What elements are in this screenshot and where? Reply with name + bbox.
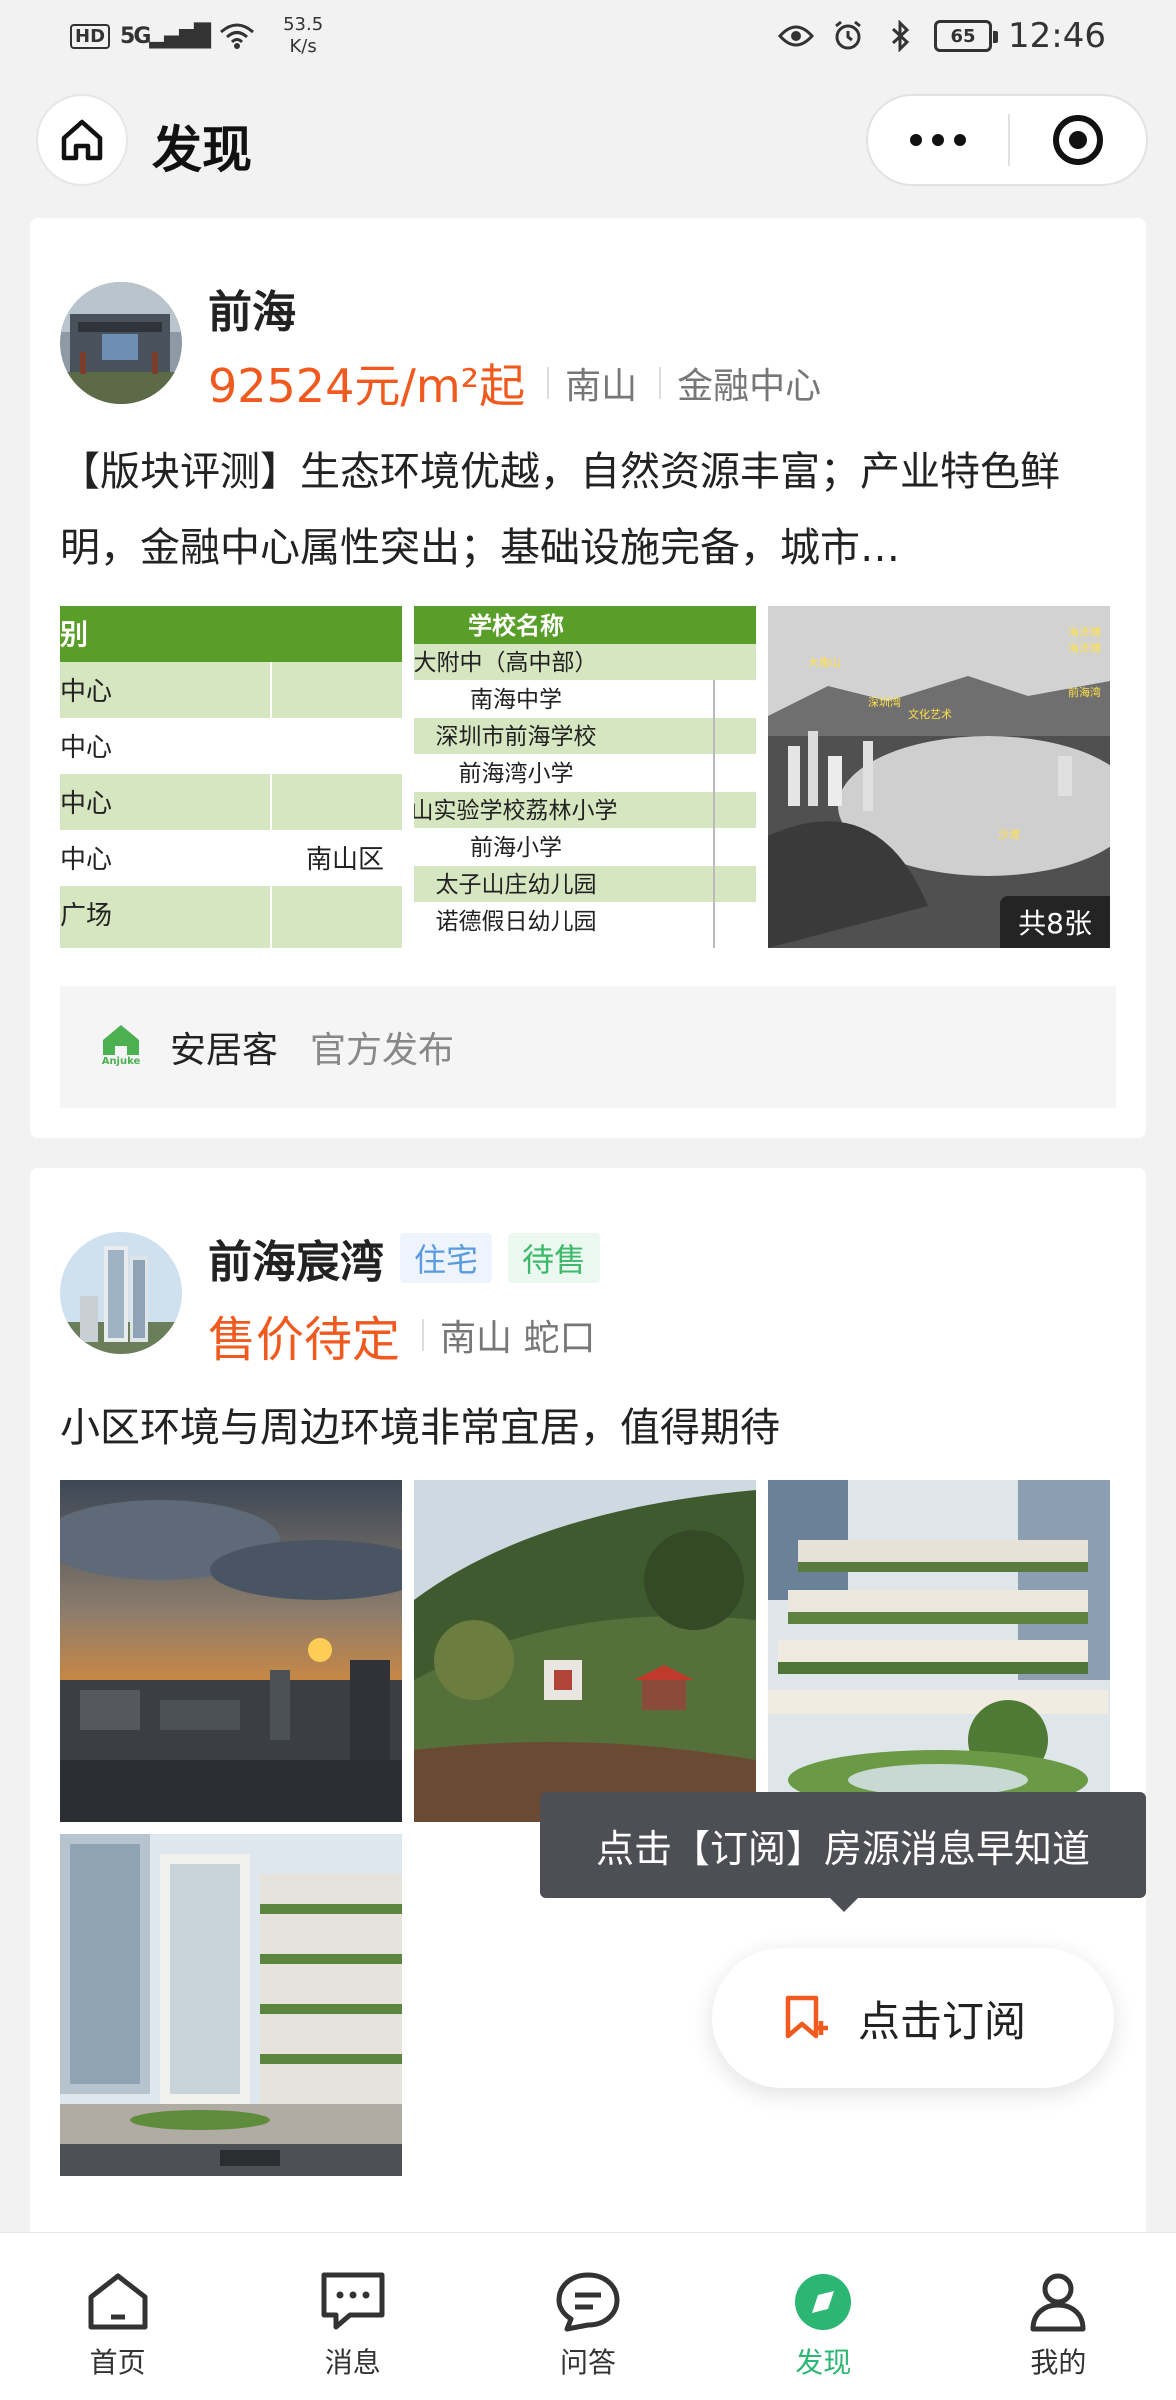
- nav-header: 发现: [0, 86, 1176, 198]
- meta-divider: [659, 367, 662, 399]
- map-label: 海洋博: [1068, 641, 1101, 655]
- subscribe-label: 点击订阅: [858, 1996, 1027, 2046]
- table-crop-row: 中心: [60, 788, 112, 818]
- table-crop-row: 中心: [60, 844, 112, 874]
- map-label: 沙滩: [998, 827, 1020, 841]
- tab-profile[interactable]: 我的: [941, 2233, 1176, 2400]
- home-icon: [61, 119, 103, 161]
- avatar: [60, 1232, 182, 1354]
- meta-divider: [422, 1319, 425, 1351]
- anjuke-logo-icon: Anjuke: [96, 1022, 146, 1072]
- map-label: 海洋博: [1068, 625, 1101, 639]
- listing-price: 售价待定: [208, 1312, 401, 1368]
- hd-indicator: HD: [70, 23, 111, 49]
- avatar: [60, 282, 182, 404]
- table-crop-row: 中心: [60, 676, 112, 706]
- school-row: 前海小学: [470, 834, 562, 860]
- bookmark-add-icon: [785, 1995, 828, 2039]
- network-speed: 53.5 K/s: [283, 14, 324, 57]
- more-dots-icon: [910, 134, 922, 146]
- listing-description: 小区环境与周边环境非常宜居，值得期待: [60, 1405, 780, 1451]
- listing-price: 92524元/m²起: [208, 359, 526, 413]
- more-button[interactable]: [868, 96, 1008, 184]
- target-icon: [1053, 115, 1103, 165]
- map-label: 大南山: [808, 655, 841, 669]
- listing-image[interactable]: [768, 1480, 1110, 1822]
- school-row: 山实验学校荔林小学: [414, 797, 618, 823]
- table-crop-side: 南山区: [306, 844, 384, 874]
- listing-image[interactable]: [414, 1480, 756, 1822]
- tab-home[interactable]: 首页: [0, 2233, 235, 2400]
- property-type-tag: 住宅: [400, 1233, 493, 1283]
- listing-meta: 售价待定 南山 蛇口: [208, 1300, 595, 1370]
- page-title: 发现: [152, 121, 252, 179]
- sale-status-tag: 待售: [508, 1233, 601, 1283]
- source-name: 安居客: [170, 1030, 279, 1071]
- school-row: 南海中学: [470, 686, 562, 712]
- alarm-icon: [830, 20, 866, 51]
- listing-card[interactable]: 前海宸湾 住宅 待售 售价待定 南山 蛇口 小区环境与周边环境非常宜居，值得期待: [30, 1168, 1146, 2268]
- battery-icon: 65: [934, 20, 999, 52]
- school-row: 太子山庄幼儿园: [436, 871, 597, 897]
- discover-icon: [795, 2274, 852, 2330]
- listing-image[interactable]: [60, 1834, 402, 2176]
- signal-icon: 5G▂▄▆█: [120, 23, 211, 49]
- table-crop-row: 中心: [60, 732, 112, 762]
- map-label: 文化艺术: [908, 707, 952, 721]
- subscribe-button[interactable]: 点击订阅: [712, 1948, 1114, 2088]
- school-row: 深大附中（高中部）: [414, 649, 598, 675]
- meta-divider: [547, 367, 550, 399]
- listing-area: 金融中心: [677, 366, 822, 407]
- profile-icon: [1030, 2273, 1086, 2332]
- source-note: 官方发布: [310, 1030, 455, 1071]
- status-bar: HD 5G▂▄▆█ 53.5 K/s 65 12:46: [0, 0, 1176, 72]
- map-label: 前海湾: [1068, 685, 1101, 699]
- listing-meta: 92524元/m²起 南山 金融中心: [208, 350, 821, 416]
- tab-qa[interactable]: 问答: [470, 2233, 705, 2400]
- image-grid: 别 中心 中心 中心 中心 广场 南山区 学校名称 大附中（高中部） 南海中学 …: [60, 606, 1110, 948]
- listing-image[interactable]: 别 中心 中心 中心 中心 广场 南山区: [60, 606, 402, 948]
- miniprogram-capsule: [866, 94, 1148, 186]
- map-label: 深圳湾: [868, 695, 901, 709]
- qa-icon: [556, 2272, 620, 2332]
- listing-image[interactable]: 学校名称 深大附中（高中部） 南海中学 深圳市前海学校 前海湾小学 山实验学校荔…: [414, 606, 756, 948]
- school-table-header: 学校名称: [468, 612, 564, 640]
- subscribe-tooltip: 点击【订阅】房源消息早知道: [540, 1792, 1146, 1912]
- home-icon: [88, 2273, 148, 2330]
- listing-image[interactable]: [60, 1480, 402, 1822]
- home-button[interactable]: [36, 94, 128, 186]
- school-row: 诺德假日幼儿园: [436, 908, 597, 934]
- wifi-icon: [219, 21, 255, 51]
- listing-image[interactable]: 大南山 海洋博 海洋博 沙滩 深圳湾 文化艺术 前海湾 共8张: [768, 606, 1110, 948]
- school-row: 前海湾小学: [459, 760, 574, 786]
- tab-messages[interactable]: 消息: [235, 2233, 470, 2400]
- listing-location: 南山 蛇口: [440, 1318, 596, 1359]
- clock: 12:46: [1008, 16, 1106, 56]
- school-row: 深圳市前海学校: [436, 723, 597, 749]
- close-miniprogram-button[interactable]: [1010, 96, 1146, 184]
- table-crop-header: 别: [60, 619, 88, 650]
- listing-card[interactable]: 前海 92524元/m²起 南山 金融中心 【版块评测】生态环境优越，自然资源丰…: [30, 218, 1146, 1138]
- table-crop-row: 广场: [60, 900, 112, 930]
- eye-icon: [778, 21, 815, 51]
- message-icon: [321, 2272, 385, 2330]
- listing-district: 南山: [565, 366, 638, 407]
- source-bar[interactable]: Anjuke 安居客 官方发布: [60, 986, 1116, 1108]
- listing-title: 前海宸湾 住宅 待售: [208, 1226, 601, 1290]
- listing-description: 【版块评测】生态环境优越，自然资源丰富；产业特色鲜明，金融中心属性突出；基础设施…: [60, 449, 1060, 571]
- image-count-badge: 共8张: [1000, 896, 1110, 948]
- bottom-tab-bar: 首页 消息 问答 发现 我的: [0, 2232, 1176, 2400]
- bluetooth-icon: [882, 20, 918, 52]
- listing-title: 前海: [208, 287, 296, 338]
- tab-discover[interactable]: 发现: [706, 2233, 941, 2400]
